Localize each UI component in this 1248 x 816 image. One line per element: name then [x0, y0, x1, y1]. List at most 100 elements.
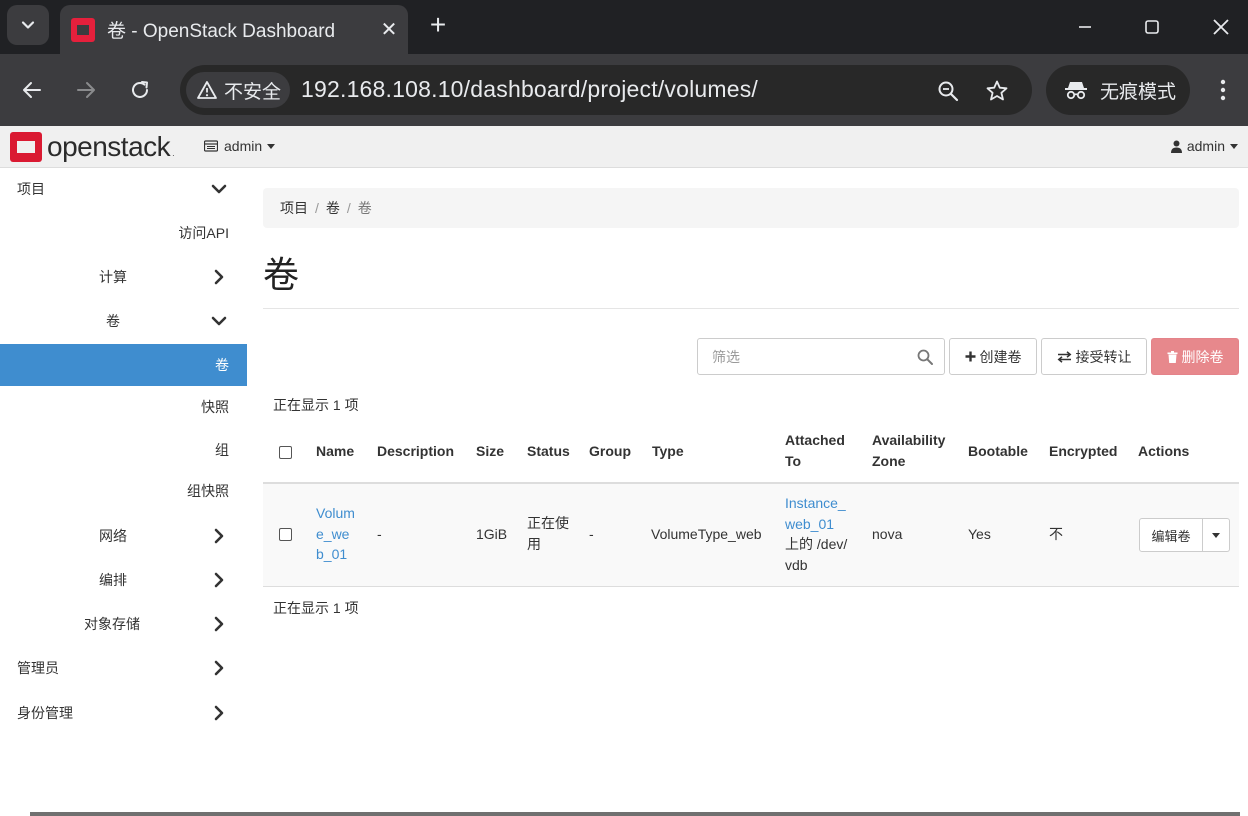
- maximize-icon[interactable]: [1137, 12, 1167, 42]
- delete-volumes-button[interactable]: 删除卷: [1151, 338, 1239, 375]
- sidebar-item-label: 卷: [215, 357, 229, 373]
- caret-down-icon: [1230, 143, 1238, 149]
- column-header-name[interactable]: Name: [316, 441, 354, 462]
- column-header-group[interactable]: Group: [589, 441, 631, 462]
- openstack-logo[interactable]: openstack .: [10, 130, 175, 164]
- sidebar-item-label: 访问API: [178, 225, 229, 241]
- address-bar[interactable]: 不安全 192.168.108.10/dashboard/project/vol…: [180, 65, 1032, 115]
- filter-box: [697, 338, 945, 375]
- column-header-status[interactable]: Status: [527, 441, 570, 462]
- row-actions-dropdown[interactable]: [1203, 518, 1230, 552]
- volume-size: 1GiB: [476, 526, 508, 542]
- search-icon[interactable]: [916, 348, 934, 366]
- tab-search-button[interactable]: [7, 5, 49, 45]
- attached-instance-link[interactable]: web_01: [785, 514, 847, 535]
- column-header-bootable[interactable]: Bootable: [968, 441, 1028, 462]
- user-menu[interactable]: admin: [1170, 138, 1238, 154]
- delete-volumes-label: 删除卷: [1181, 348, 1224, 365]
- project-name: admin: [224, 138, 263, 154]
- minimize-icon[interactable]: [1070, 12, 1100, 42]
- security-chip[interactable]: 不安全: [186, 72, 290, 108]
- chevron-down-icon: [211, 184, 227, 194]
- project-selector[interactable]: admin: [204, 138, 276, 154]
- volume-name-link[interactable]: Volum e_we b_01: [316, 503, 355, 565]
- page-title: 卷: [263, 254, 300, 295]
- security-label: 不安全: [224, 81, 282, 103]
- volume-name-line: b_01: [316, 546, 348, 562]
- select-all-checkbox[interactable]: [279, 446, 292, 459]
- volume-bootable: Yes: [968, 526, 991, 542]
- divider: [263, 308, 1239, 309]
- zoom-search-icon[interactable]: [934, 77, 962, 105]
- column-header-description[interactable]: Description: [377, 441, 454, 462]
- sidebar-item-project[interactable]: 项目: [0, 168, 247, 210]
- filter-input[interactable]: [698, 339, 898, 374]
- accept-transfer-button[interactable]: 接受转让: [1041, 338, 1147, 375]
- sidebar-item-identity[interactable]: 身份管理: [0, 692, 247, 734]
- chevron-right-icon: [214, 705, 224, 721]
- column-header-line: To: [785, 453, 802, 469]
- active-tab[interactable]: 卷 - OpenStack Dashboard ✕: [60, 5, 408, 54]
- sidebar-item-access-api[interactable]: 访问API: [0, 212, 247, 254]
- column-header-line: Zone: [872, 453, 906, 469]
- column-header-size[interactable]: Size: [476, 441, 504, 462]
- sidebar-item-admin[interactable]: 管理员: [0, 647, 247, 689]
- sidebar-item-object-store[interactable]: 对象存储: [0, 603, 247, 645]
- accept-transfer-label: 接受转让: [1075, 348, 1132, 365]
- breadcrumb-item[interactable]: 卷: [326, 198, 340, 218]
- sidebar-item-label: 编排: [99, 572, 127, 588]
- sidebar-item-volumes-group[interactable]: 卷: [0, 300, 247, 342]
- new-tab-plus-icon[interactable]: +: [424, 11, 452, 39]
- logo-text: openstack: [47, 131, 171, 162]
- incognito-button[interactable]: 无痕模式: [1046, 65, 1190, 115]
- horizontal-scrollbar[interactable]: [30, 812, 1240, 816]
- volume-status: 正在使 用: [527, 513, 569, 554]
- column-header-type[interactable]: Type: [652, 441, 684, 462]
- sidebar-item-group-snapshots[interactable]: 组快照: [0, 470, 247, 512]
- sidebar-item-volumes[interactable]: 卷: [0, 344, 247, 386]
- back-arrow-icon[interactable]: [16, 74, 48, 106]
- url-text[interactable]: 192.168.108.10/dashboard/project/volumes…: [301, 76, 758, 103]
- window-close-icon[interactable]: [1206, 12, 1236, 42]
- sidebar-item-groups[interactable]: 组: [0, 429, 247, 471]
- breadcrumb-item[interactable]: 项目: [280, 198, 308, 218]
- table-row: Volum e_we b_01 - 1GiB 正在使 用 - VolumeTyp…: [263, 484, 1239, 587]
- volume-status-line: 正在使: [527, 515, 569, 531]
- caret-down-icon: [267, 143, 276, 149]
- column-header-encrypted[interactable]: Encrypted: [1049, 441, 1117, 462]
- chevron-down-icon: [21, 21, 35, 29]
- column-header-attached-to[interactable]: Attached To: [785, 430, 845, 472]
- sidebar-item-label: 管理员: [17, 660, 59, 676]
- tab-close-icon[interactable]: ✕: [377, 17, 401, 42]
- attached-instance-link[interactable]: Instance_: [785, 493, 847, 514]
- breadcrumb-separator: /: [315, 200, 319, 216]
- sidebar-item-label: 对象存储: [84, 616, 140, 632]
- create-volume-button[interactable]: 创建卷: [949, 338, 1037, 375]
- volume-encrypted: 不: [1049, 526, 1063, 542]
- trash-icon: [1167, 350, 1177, 363]
- volume-name-line: Volum: [316, 505, 355, 521]
- sidebar-item-label: 组快照: [187, 483, 229, 499]
- reload-icon[interactable]: [124, 74, 156, 106]
- sidebar-item-snapshots[interactable]: 快照: [0, 386, 247, 428]
- user-icon: [1170, 140, 1182, 153]
- exchange-icon: [1057, 350, 1071, 363]
- sidebar-item-compute[interactable]: 计算: [0, 256, 247, 298]
- bookmark-star-icon[interactable]: [983, 77, 1011, 105]
- browser-menu-icon[interactable]: [1210, 74, 1236, 106]
- edit-volume-button[interactable]: 编辑卷: [1139, 518, 1203, 552]
- forward-arrow-icon[interactable]: [70, 74, 102, 106]
- column-header-actions: Actions: [1138, 443, 1190, 459]
- caret-down-icon: [1212, 532, 1220, 538]
- sidebar: 项目 访问API 计算 卷 卷 快照 组 组快照 网络 编排 对象存储 管理员 …: [0, 168, 247, 816]
- openstack-favicon-icon: [71, 17, 95, 42]
- sidebar-item-orchestration[interactable]: 编排: [0, 559, 247, 601]
- sidebar-item-network[interactable]: 网络: [0, 515, 247, 557]
- breadcrumb-current: 卷: [357, 200, 372, 216]
- row-checkbox[interactable]: [279, 528, 292, 541]
- volume-attached-to: Instance_ web_01 上的 /dev/ vdb: [785, 493, 847, 575]
- table-header: Name Description Size Status Group Type …: [263, 426, 1239, 484]
- column-header-availability-zone[interactable]: Availability Zone: [872, 430, 945, 472]
- chevron-right-icon: [214, 660, 224, 676]
- tab-title: 卷 - OpenStack Dashboard: [107, 21, 336, 42]
